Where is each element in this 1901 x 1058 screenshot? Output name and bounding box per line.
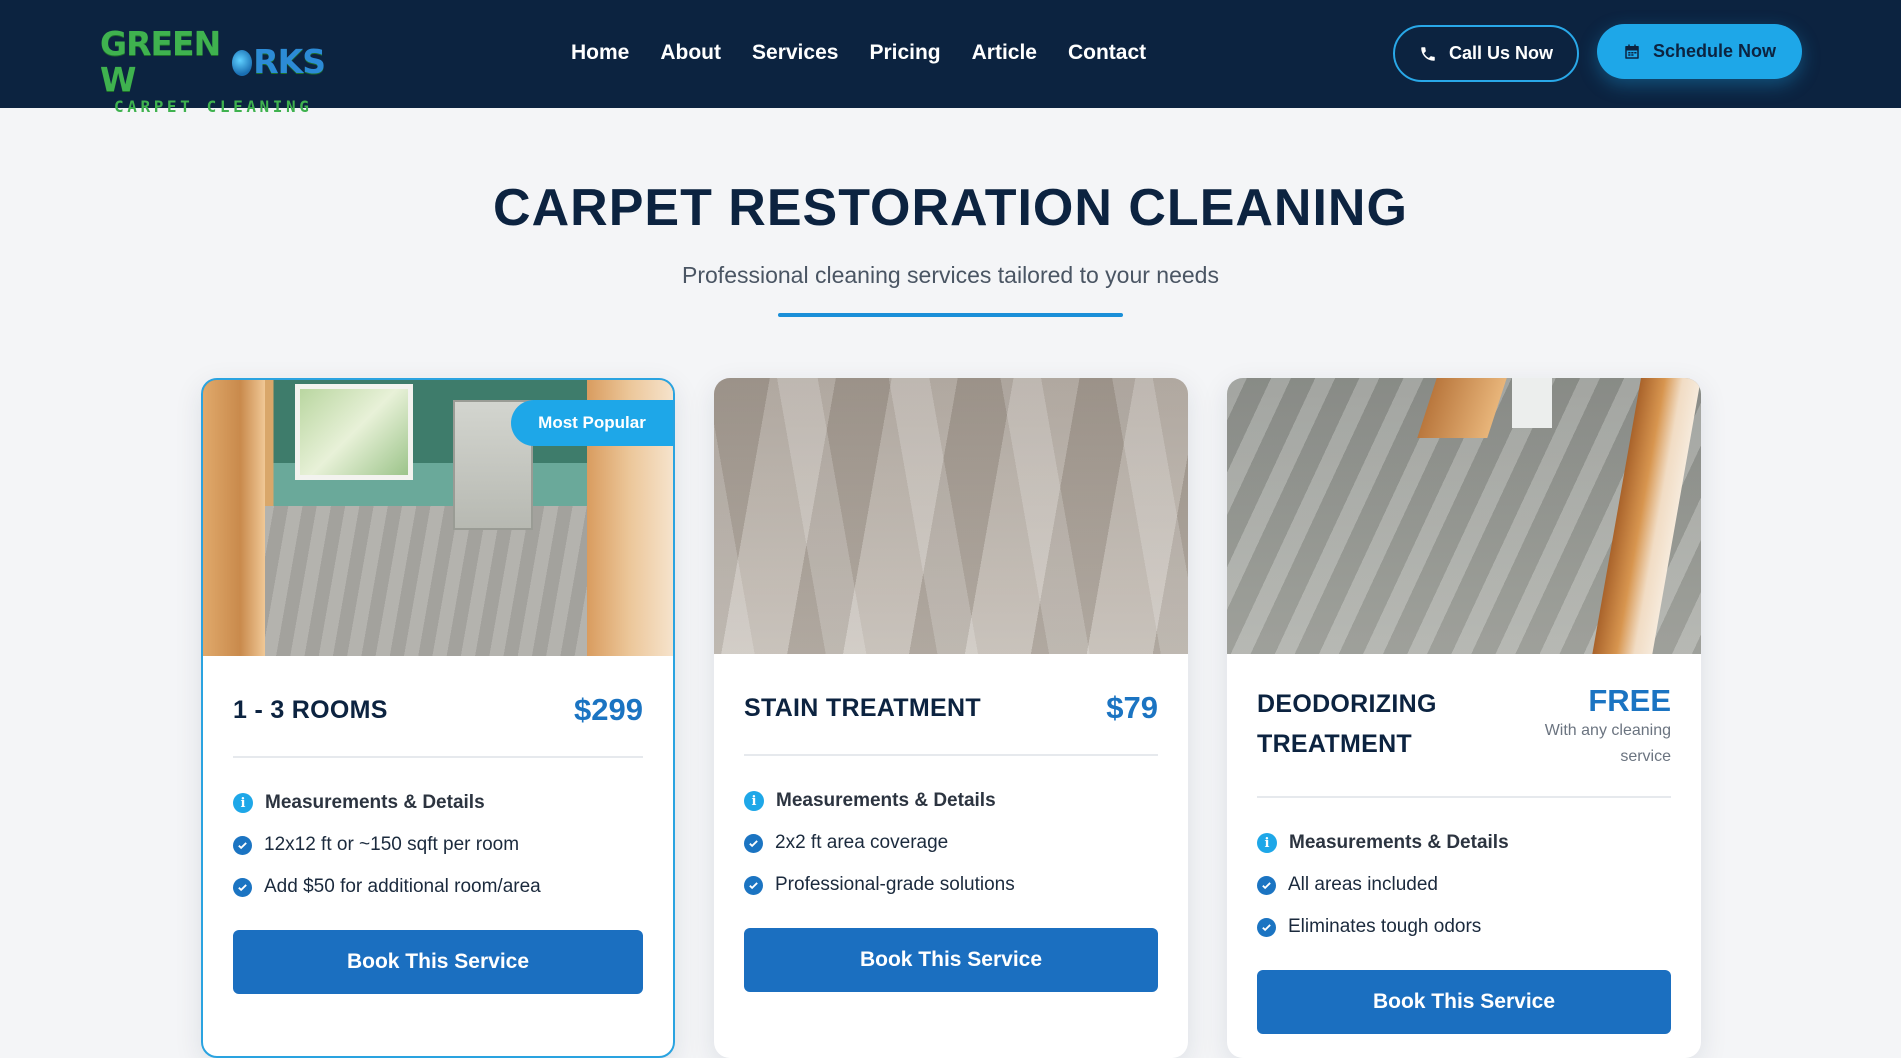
- service-price: $299: [574, 692, 643, 727]
- nav-services[interactable]: Services: [752, 38, 838, 68]
- check-circle-icon: [744, 833, 763, 853]
- check-circle-icon: [233, 877, 252, 897]
- card-header: DEODORIZING TREATMENT FREE With any clea…: [1257, 654, 1671, 798]
- info-icon: i: [744, 791, 764, 811]
- nav-about[interactable]: About: [660, 38, 721, 68]
- feature-text: Add $50 for additional room/area: [264, 876, 541, 897]
- check-circle-icon: [1257, 917, 1276, 937]
- logo[interactable]: GREEN W RKS CARPET CLEANING: [100, 26, 326, 116]
- page-title: CARPET RESTORATION CLEANING: [493, 179, 1408, 237]
- details-heading-label: Measurements & Details: [776, 790, 996, 811]
- call-us-button[interactable]: Call Us Now: [1393, 25, 1579, 82]
- feature-text: Eliminates tough odors: [1288, 916, 1482, 937]
- nav-article[interactable]: Article: [972, 38, 1037, 68]
- main-nav: Home About Services Pricing Article Cont…: [571, 38, 1177, 68]
- service-name-line1: DEODORIZING: [1257, 690, 1437, 718]
- nav-home[interactable]: Home: [571, 38, 629, 68]
- details-heading-label: Measurements & Details: [1289, 832, 1509, 853]
- service-card-stain: STAIN TREATMENT $79 i Measurements & Det…: [714, 378, 1188, 1058]
- schedule-now-label: Schedule Now: [1652, 41, 1777, 61]
- service-image-stain: [714, 378, 1188, 654]
- book-service-button[interactable]: Book This Service: [744, 928, 1158, 992]
- schedule-now-button[interactable]: Schedule Now: [1597, 24, 1802, 79]
- feature-text: 2x2 ft area coverage: [775, 832, 949, 853]
- service-name: STAIN TREATMENT: [744, 694, 981, 722]
- details-heading: i Measurements & Details: [744, 790, 1158, 812]
- page-subtitle: Professional cleaning services tailored …: [682, 262, 1219, 288]
- globe-icon: [231, 50, 253, 76]
- calendar-icon: [1623, 43, 1641, 61]
- nav-pricing[interactable]: Pricing: [869, 38, 940, 68]
- check-circle-icon: [744, 875, 763, 895]
- title-divider: [778, 313, 1123, 317]
- service-price: $79: [1106, 690, 1158, 725]
- feature-item: All areas included: [1257, 874, 1671, 896]
- card-header: STAIN TREATMENT $79: [744, 654, 1158, 756]
- service-price: FREE: [1588, 683, 1671, 718]
- logo-text-green: GREEN W: [100, 24, 221, 99]
- service-card-rooms: Most Popular 1 - 3 ROOMS $299 i Measurem…: [201, 378, 675, 1058]
- info-icon: i: [233, 793, 253, 813]
- feature-text: 12x12 ft or ~150 sqft per room: [264, 834, 520, 855]
- call-us-label: Call Us Now: [1448, 43, 1554, 63]
- service-card-deodorizing: DEODORIZING TREATMENT FREE With any clea…: [1227, 378, 1701, 1058]
- details-heading: i Measurements & Details: [233, 792, 643, 814]
- check-circle-icon: [1257, 875, 1276, 895]
- service-name: 1 - 3 ROOMS: [233, 696, 388, 724]
- feature-item: Add $50 for additional room/area: [233, 876, 643, 898]
- nav-contact[interactable]: Contact: [1068, 38, 1146, 68]
- service-name: DEODORIZING TREATMENT: [1257, 684, 1437, 764]
- price-note: With any cleaning service: [1544, 722, 1671, 765]
- feature-item: Professional-grade solutions: [744, 874, 1158, 896]
- book-service-button[interactable]: Book This Service: [233, 930, 643, 994]
- site-header: GREEN W RKS CARPET CLEANING Home About S…: [0, 0, 1901, 116]
- card-header: 1 - 3 ROOMS $299: [233, 656, 643, 758]
- check-circle-icon: [233, 835, 252, 855]
- service-image-deodorizing: [1227, 378, 1701, 654]
- phone-icon: [1419, 45, 1437, 63]
- details-heading-label: Measurements & Details: [265, 792, 485, 813]
- details-heading: i Measurements & Details: [1257, 832, 1671, 854]
- feature-text: All areas included: [1288, 874, 1438, 895]
- service-name-line2: TREATMENT: [1257, 730, 1412, 758]
- logo-text-blue: RKS: [253, 42, 326, 81]
- feature-text: Professional-grade solutions: [775, 874, 1015, 895]
- most-popular-badge: Most Popular: [511, 400, 673, 446]
- feature-item: 12x12 ft or ~150 sqft per room: [233, 834, 643, 856]
- info-icon: i: [1257, 833, 1277, 853]
- feature-item: 2x2 ft area coverage: [744, 832, 1158, 854]
- logo-wordmark: GREEN W RKS: [100, 24, 326, 99]
- price-block: FREE With any cleaning service: [1521, 684, 1671, 770]
- service-image-rooms: Most Popular: [203, 380, 673, 656]
- feature-item: Eliminates tough odors: [1257, 916, 1671, 938]
- logo-tagline: CARPET CLEANING: [114, 97, 313, 116]
- book-service-button[interactable]: Book This Service: [1257, 970, 1671, 1034]
